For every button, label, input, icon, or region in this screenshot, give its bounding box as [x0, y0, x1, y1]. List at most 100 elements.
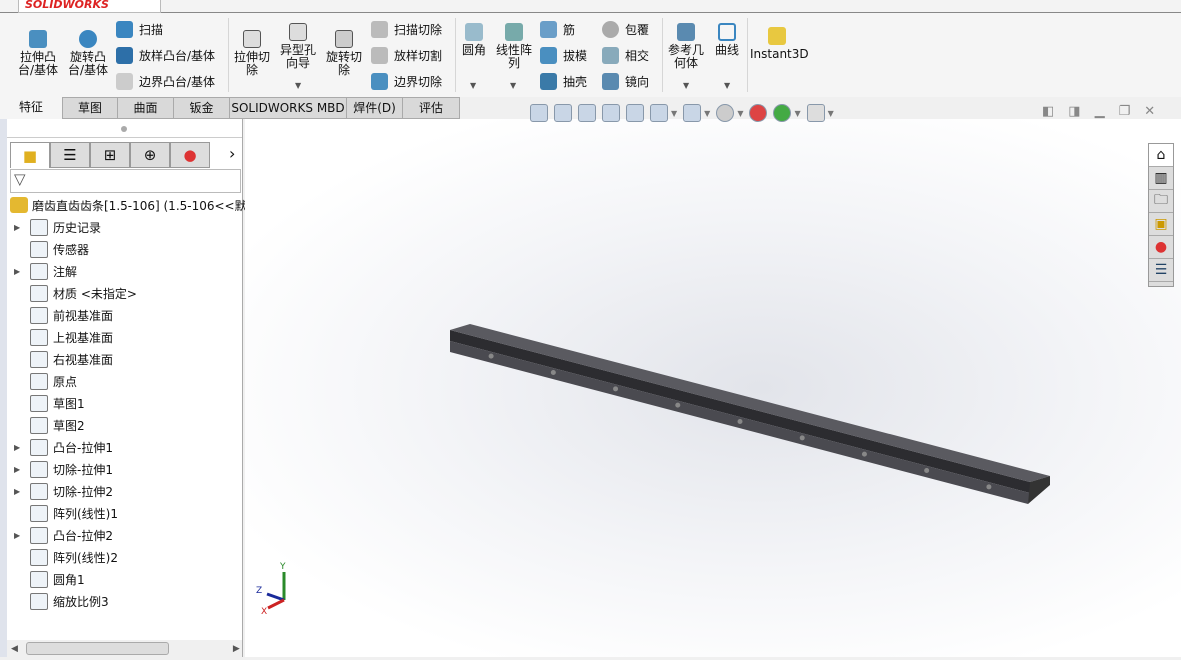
appearances-scenes-icon[interactable]: ● — [1149, 236, 1173, 259]
scroll-thumb[interactable] — [25, 642, 169, 655]
tab-mbd[interactable]: SOLIDWORKS MBD — [230, 97, 347, 119]
tree-node[interactable]: 前视基准面 — [14, 304, 113, 326]
tree-node[interactable]: ▶ 切除-拉伸1 — [14, 458, 113, 480]
file-explorer-folder-icon[interactable]: 🗀 — [1149, 190, 1173, 213]
loft-boss-button[interactable]: 放样凸台/基体 — [116, 47, 215, 64]
expand-arrow-icon[interactable]: ▶ — [14, 465, 30, 474]
design-library-icon[interactable]: ▥ — [1149, 167, 1173, 190]
configuration-manager-tab[interactable]: ⊞ — [90, 142, 130, 168]
hide-show-items-icon[interactable] — [716, 104, 735, 122]
graphics-viewport[interactable] — [245, 119, 1181, 657]
loft-cut-button[interactable]: 放样切割 — [371, 47, 442, 64]
zoom-to-area-icon[interactable] — [554, 104, 572, 122]
feature-icon — [30, 262, 48, 280]
edit-appearance-icon[interactable] — [749, 104, 768, 122]
rack-teeth — [450, 324, 1050, 482]
tree-node[interactable]: 缩放比例3 — [14, 590, 109, 612]
scroll-left-arrow-icon[interactable]: ◀ — [11, 644, 18, 654]
view-palette-icon[interactable]: ▣ — [1149, 213, 1173, 236]
display-manager-tab[interactable]: ● — [170, 142, 210, 168]
rack-hole — [488, 353, 494, 359]
panel-horizontal-scrollbar[interactable]: ◀ ▶ — [7, 640, 242, 657]
previous-pane-icon[interactable]: ◧ — [1042, 104, 1054, 119]
tree-node[interactable]: ▶ 凸台-拉伸1 — [14, 436, 113, 458]
draft-button[interactable]: 拔模 — [540, 47, 587, 64]
extrude-cut-button[interactable]: 拉伸切除 — [232, 30, 272, 77]
next-pane-icon[interactable]: ◨ — [1068, 104, 1080, 119]
panel-tabs-more-chevron[interactable]: › — [229, 144, 235, 163]
boundary-cut-button[interactable]: 边界切除 — [371, 73, 442, 90]
section-view-icon[interactable] — [602, 104, 620, 122]
tree-node[interactable]: ▶ 历史记录 — [14, 216, 101, 238]
linear-pattern-button[interactable]: 线性阵列 — [494, 23, 534, 70]
tab-evaluate[interactable]: 评估 — [403, 97, 460, 119]
expand-arrow-icon[interactable]: ▶ — [14, 443, 30, 452]
sweep-button[interactable]: 扫描 — [116, 21, 163, 38]
curves-icon — [718, 23, 736, 41]
restore-icon[interactable]: ❐ — [1119, 104, 1131, 119]
expand-arrow-icon[interactable]: ▶ — [14, 223, 30, 232]
custom-properties-icon[interactable]: ☰ — [1149, 259, 1173, 282]
display-style-icon[interactable] — [683, 104, 702, 122]
boundary-boss-button[interactable]: 边界凸台/基体 — [116, 73, 215, 90]
feature-tree-filter[interactable]: ▽ — [10, 169, 241, 193]
tree-node[interactable]: 材质 <未指定> — [14, 282, 137, 304]
tab-sheet-metal[interactable]: 钣金 — [174, 97, 230, 119]
reference-geometry-button[interactable]: 参考几何体 — [666, 23, 706, 70]
feature-icon — [30, 372, 48, 390]
solidworks-logo[interactable]: SOLIDWORKS — [18, 0, 161, 13]
rib-button[interactable]: 筋 — [540, 21, 575, 38]
expand-arrow-icon[interactable]: ▶ — [14, 531, 30, 540]
expand-arrow-icon[interactable]: ▶ — [14, 487, 30, 496]
tree-node[interactable]: 阵列(线性)2 — [14, 546, 118, 568]
tree-node[interactable]: 右视基准面 — [14, 348, 113, 370]
tree-node[interactable]: 原点 — [14, 370, 77, 392]
mirror-button[interactable]: 镜向 — [602, 73, 649, 90]
dynamic-annotation-icon[interactable] — [626, 104, 644, 122]
previous-view-icon[interactable] — [578, 104, 596, 122]
tab-surfaces[interactable]: 曲面 — [118, 97, 174, 119]
tree-node[interactable]: 上视基准面 — [14, 326, 113, 348]
view-settings-icon[interactable] — [806, 104, 825, 122]
wrap-button[interactable]: 包覆 — [602, 21, 649, 38]
command-manager-ribbon: 拉伸凸台/基体 旋转凸台/基体 扫描 放样凸台/基体 边界凸台/基体 拉伸切除 … — [0, 13, 1181, 97]
close-icon[interactable]: ✕ — [1144, 104, 1155, 119]
part-icon — [10, 197, 28, 213]
instant3d-button[interactable]: Instant3D — [750, 27, 809, 61]
hole-wizard-button[interactable]: 异型孔向导 — [278, 23, 318, 70]
tab-sketch[interactable]: 草图 — [62, 97, 118, 119]
feature-icon — [30, 460, 48, 478]
tree-node[interactable]: 草图1 — [14, 392, 85, 414]
dimxpert-tab[interactable]: ⊕ — [130, 142, 170, 168]
intersect-button[interactable]: 相交 — [602, 47, 649, 64]
fillet-button[interactable]: 圆角 — [459, 23, 489, 57]
feature-icon — [30, 350, 48, 368]
property-manager-tab[interactable]: ☰ — [50, 142, 90, 168]
tree-node[interactable]: 圆角1 — [14, 568, 85, 590]
revolve-cut-button[interactable]: 旋转切除 — [324, 30, 364, 77]
zoom-to-fit-icon[interactable] — [530, 104, 548, 122]
tree-node[interactable]: ▶ 切除-拉伸2 — [14, 480, 113, 502]
tab-features[interactable]: 特征 — [0, 97, 62, 119]
tree-node[interactable]: ▶ 凸台-拉伸2 — [14, 524, 113, 546]
tree-node[interactable]: ▶ 注解 — [14, 260, 77, 282]
tree-root-part[interactable]: 磨齿直齿齿条[1.5-106] (1.5-106<<默认 — [10, 194, 259, 216]
sweep-cut-button[interactable]: 扫描切除 — [371, 21, 442, 38]
extrude-boss-button[interactable]: 拉伸凸台/基体 — [16, 30, 60, 77]
scroll-right-arrow-icon[interactable]: ▶ — [233, 644, 240, 654]
tree-node[interactable]: 草图2 — [14, 414, 85, 436]
tab-weldments[interactable]: 焊件(D) — [347, 97, 403, 119]
shell-button[interactable]: 抽壳 — [540, 73, 587, 90]
panel-grip[interactable] — [121, 126, 127, 132]
expand-arrow-icon[interactable]: ▶ — [14, 267, 30, 276]
curves-button[interactable]: 曲线 — [712, 23, 742, 57]
apply-scene-icon[interactable] — [773, 104, 792, 122]
sweep-icon — [116, 21, 133, 38]
minimize-icon[interactable]: ▁ — [1095, 104, 1105, 119]
revolve-boss-button[interactable]: 旋转凸台/基体 — [66, 30, 110, 77]
tree-node[interactable]: 阵列(线性)1 — [14, 502, 118, 524]
solidworks-resources-home-icon[interactable]: ⌂ — [1149, 144, 1173, 167]
view-orientation-icon[interactable] — [650, 104, 668, 122]
feature-manager-tab[interactable]: ■ — [10, 142, 50, 168]
tree-node[interactable]: 传感器 — [14, 238, 89, 260]
